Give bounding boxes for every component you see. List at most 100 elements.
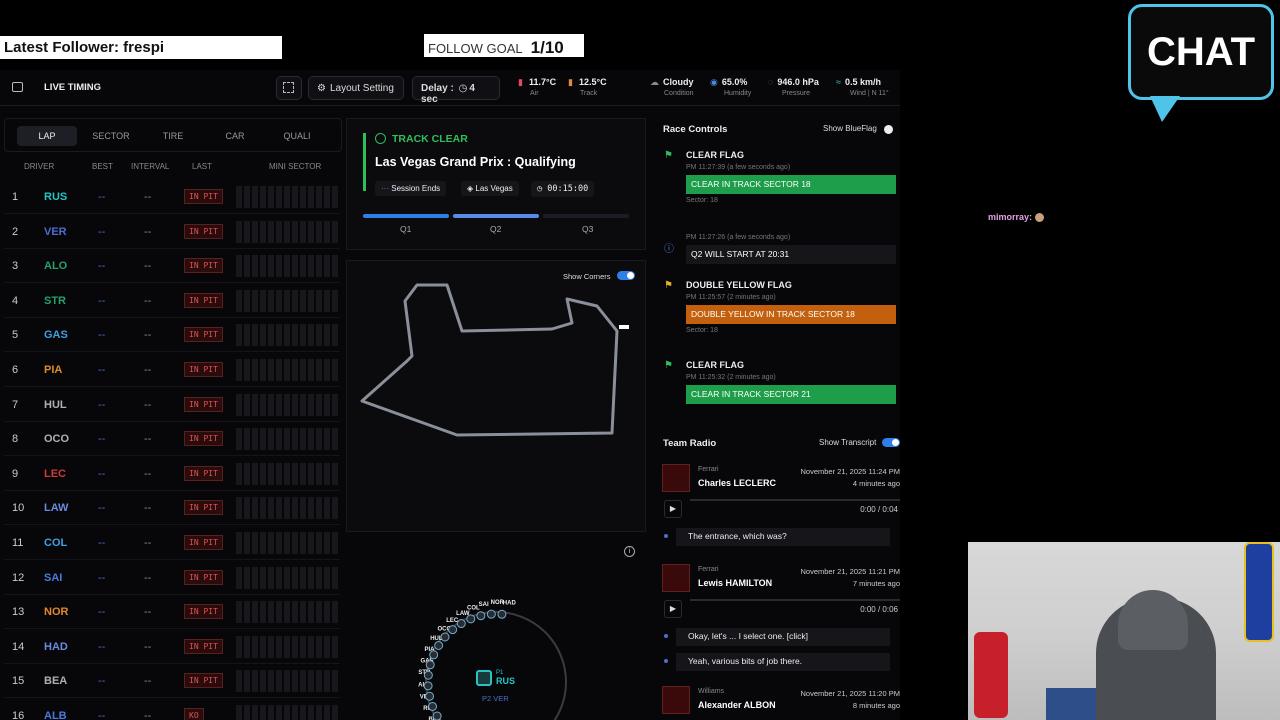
flag-time: PM 11:25:57 (2 minutes ago) (686, 294, 776, 301)
mini-sector-bars (236, 289, 340, 312)
race-control-item: ⚑ CLEAR FLAG PM 11:25:32 (2 minutes ago) CL… (664, 360, 896, 404)
session-panel: TRACK CLEAR Las Vegas Grand Prix : Quali… (346, 118, 646, 250)
best-time: -- (98, 502, 106, 515)
timing-row[interactable]: 12 SAI -- -- IN PIT (4, 561, 340, 595)
position: 14 (12, 640, 25, 653)
f1-car-model-icon-right (1244, 542, 1274, 642)
timing-row[interactable]: 2 VER -- -- IN PIT (4, 215, 340, 249)
location-icon: ◈ (467, 184, 474, 193)
driver-avatar (662, 564, 690, 592)
tab-quali[interactable]: QUALI (267, 126, 327, 146)
delay-label: Delay : (421, 83, 454, 94)
position: 15 (12, 675, 25, 688)
transcript-line: Yeah, various bits of job there. (676, 653, 890, 671)
clock-icon: ◷ (537, 184, 543, 194)
f1-car-model-icon (974, 632, 1008, 718)
radar-driver-dot (423, 681, 433, 691)
timing-row[interactable]: 7 HUL -- -- IN PIT (4, 388, 340, 422)
mini-sector-bars (236, 532, 340, 554)
col-last: LAST (192, 162, 213, 171)
position: 16 (12, 710, 25, 720)
tab-sector[interactable]: SECTOR (81, 126, 141, 146)
timing-row[interactable]: 8 OCO -- -- IN PIT (4, 422, 340, 457)
mini-sector-bars (236, 566, 340, 589)
audio-progress[interactable] (690, 599, 900, 601)
radar-driver-dot (486, 609, 496, 619)
tab-tire[interactable]: TIRE (143, 126, 203, 146)
mini-sector-bars (236, 670, 340, 693)
radar-driver-dot (434, 640, 444, 650)
fullscreen-button[interactable] (276, 76, 302, 100)
follow-goal-value: 1/10 (530, 38, 564, 57)
timing-row[interactable]: 13 NOR -- -- IN PIT (4, 595, 340, 630)
status-badge: IN PIT (184, 569, 223, 585)
driver-code: GAS (44, 329, 68, 342)
timing-row[interactable]: 5 GAS -- -- IN PIT (4, 318, 340, 353)
driver-code: SAI (44, 571, 63, 584)
status-badge: IN PIT (184, 465, 223, 481)
poster (1046, 688, 1096, 720)
mini-sector-bars (236, 462, 340, 485)
bullet-icon (664, 634, 668, 638)
play-icon[interactable]: ▶ (664, 500, 682, 518)
timing-row[interactable]: 1 RUS -- -- IN PIT (4, 180, 340, 214)
layout-setting-button[interactable]: ⚙ Layout Setting (308, 76, 404, 100)
thermometer-icon: ▮ (568, 77, 573, 87)
mini-sector-bars (236, 705, 340, 720)
race-controls-panel: Race Controls Show BlueFlag ⚑ CLEAR FLAG P… (652, 118, 900, 422)
show-transcript-toggle[interactable] (882, 438, 900, 447)
follow-goal-label: FOLLOW GOAL (428, 41, 523, 56)
driver-code: COL (44, 537, 68, 549)
session-ends-label: Session Ends (391, 184, 441, 193)
tab-lap[interactable]: LAP (17, 126, 77, 146)
timing-row[interactable]: 9 LEC -- -- IN PIT (4, 457, 340, 491)
delay-control[interactable]: Delay : ◷ 4 sec (412, 76, 500, 105)
position: 7 (12, 398, 19, 411)
interval: -- (144, 364, 152, 376)
play-icon[interactable]: ▶ (664, 600, 682, 618)
team-radio-title: Team Radio (663, 438, 717, 449)
driver-name: Alexander ALBON (698, 700, 776, 710)
timing-row[interactable]: 4 STR -- -- IN PIT (4, 284, 340, 318)
track-outline (360, 283, 619, 437)
timing-row[interactable]: 10 LAW -- -- IN PIT (4, 491, 340, 526)
timing-row[interactable]: 11 COL -- -- IN PIT (4, 526, 340, 560)
tab-car[interactable]: CAR (205, 126, 265, 146)
radio-ago: 8 minutes ago (852, 701, 900, 710)
leader-avatar (476, 670, 492, 686)
status-badge: IN PIT (184, 223, 223, 239)
position: 3 (12, 260, 19, 273)
radar-driver-dot (425, 660, 435, 670)
weather-wind: ≈0.5 km/h Wind | N 11° (836, 77, 889, 99)
best-time: -- (98, 571, 106, 584)
col-interval: INTERVAL (131, 162, 170, 171)
status-badge: IN PIT (184, 362, 223, 377)
timing-row[interactable]: 16 ALB -- -- KO (4, 699, 340, 720)
audio-progress[interactable] (690, 499, 900, 501)
show-blueflag-toggle[interactable] (884, 125, 893, 134)
live-timing-app: LIVE TIMING ⚙ Layout Setting Delay : ◷ 4 s… (0, 70, 900, 720)
transcript-line: Okay, let's ... I select one. [click] (676, 628, 890, 646)
timing-row[interactable]: 14 HAD -- -- IN PIT (4, 630, 340, 664)
q3-label: Q3 (582, 224, 594, 234)
timing-row[interactable]: 6 PIA -- -- IN PIT (4, 353, 340, 387)
timing-row[interactable]: 3 ALO -- -- IN PIT (4, 249, 340, 284)
sidebar-toggle-icon[interactable] (12, 82, 23, 92)
page-title: LIVE TIMING (44, 82, 101, 93)
timing-row[interactable]: 15 BEA -- -- IN PIT (4, 664, 340, 699)
weather-track: ▮ 12.5°C Track (568, 77, 607, 99)
flag-title: CLEAR FLAG (686, 360, 744, 370)
driver-code: BEA (44, 675, 68, 688)
position: 13 (12, 606, 25, 619)
interval: -- (144, 710, 152, 720)
team-name: Ferrari (698, 466, 719, 473)
condition-value: Cloudy (663, 77, 694, 87)
session-accent (363, 133, 366, 191)
interval: -- (144, 191, 152, 203)
transcript-line: The entrance, which was? (676, 528, 890, 546)
col-mini-sector: MINI SECTOR (269, 162, 322, 171)
fullscreen-icon (283, 82, 294, 93)
timing-rows: 1 RUS -- -- IN PIT 2 VER -- -- IN PIT 3 ALO -- -- IN P… (4, 180, 342, 720)
driver-code: ALB (44, 710, 67, 720)
session-timer: 00:15:00 (547, 184, 589, 194)
